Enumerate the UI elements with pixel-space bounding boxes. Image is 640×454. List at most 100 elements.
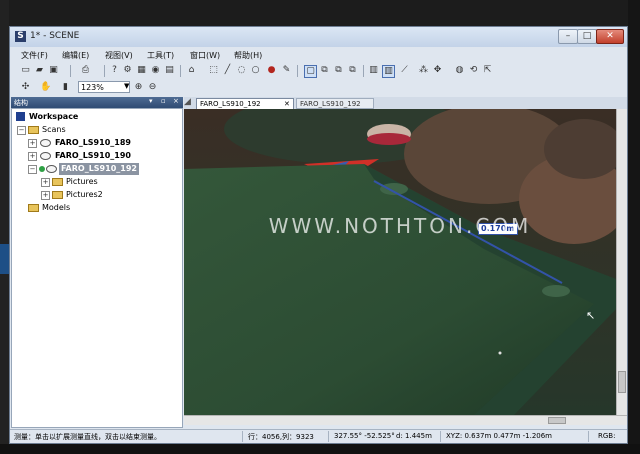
points-icon[interactable]: ⁂	[418, 65, 429, 76]
folder-icon	[52, 191, 63, 199]
workspace-icon	[16, 112, 25, 121]
scan-cloud-icon	[40, 152, 51, 160]
horizontal-scroll-thumb[interactable]	[548, 417, 566, 424]
vertical-scrollbar[interactable]	[616, 109, 627, 415]
lasso-icon[interactable]: ◌	[236, 65, 247, 76]
move-icon[interactable]: ✣	[20, 82, 31, 93]
desktop-bottom-strip	[0, 444, 640, 454]
scan-3d-viewport[interactable]: 0.170m WWW.NOTHTON.COM ↖	[184, 109, 616, 415]
status-separator	[588, 431, 589, 442]
toolbar-separator	[297, 65, 298, 77]
status-hint: 测量：单击以扩展测量直线，双击以结束测量。	[14, 433, 161, 441]
home-icon[interactable]: ⌂	[186, 65, 197, 76]
view-2-icon[interactable]: ⧉	[333, 65, 344, 76]
folder-icon	[52, 178, 63, 186]
close-icon[interactable]: ×	[173, 97, 179, 105]
export-icon[interactable]: ⇱	[482, 65, 493, 76]
app-logo-icon: S	[15, 31, 26, 42]
scan-cloud-icon	[46, 165, 57, 173]
settings-icon[interactable]: ⚙	[122, 65, 133, 76]
status-row-col: 行：4056,列：9323	[248, 433, 314, 441]
select-rect-icon[interactable]: ⬚	[208, 65, 219, 76]
3d-icon[interactable]: ▦	[136, 65, 147, 76]
mouse-cursor-icon: ↖	[586, 309, 596, 322]
menu-help[interactable]: 帮助(H)	[234, 50, 262, 61]
measure-icon[interactable]: ⟋	[399, 65, 410, 76]
zoom-out-icon[interactable]: ⊖	[147, 82, 158, 93]
desktop-right-strip	[628, 0, 640, 454]
chevron-down-icon[interactable]: ▼	[124, 82, 129, 90]
pin-icon[interactable]: ▫	[161, 97, 166, 105]
save-icon[interactable]: ▣	[48, 65, 59, 76]
structure-panel-header: 结构 ▾ ▫ ×	[11, 97, 183, 108]
line-icon[interactable]: ╱	[222, 65, 233, 76]
tab-scan-192-second[interactable]: FARO_LS910_192	[296, 98, 374, 109]
status-angles: 327.55° -52.525°	[334, 432, 395, 440]
status-separator	[440, 431, 441, 442]
panel-title: 结构	[14, 99, 28, 107]
collapse-icon[interactable]: −	[17, 126, 26, 135]
list-icon[interactable]: ▤	[164, 65, 175, 76]
collapse-icon[interactable]: −	[28, 165, 37, 174]
zoom-combobox[interactable]: 123%	[78, 81, 130, 93]
window-title: 1* - SCENE	[30, 31, 80, 41]
point-move-icon[interactable]: ✥	[432, 65, 443, 76]
layer-icon[interactable]: ▥	[368, 65, 379, 76]
status-separator	[328, 431, 329, 442]
paint-icon[interactable]: ●	[266, 65, 277, 76]
eye-icon[interactable]: ◉	[150, 65, 161, 76]
toolbar-separator	[180, 65, 181, 77]
tab-scan-192-active[interactable]: FARO_LS910_192 ✕	[196, 98, 294, 109]
menu-view[interactable]: 视图(V)	[105, 50, 133, 61]
scene-window: S 1* - SCENE – □ ✕ 文件(F) 编辑(E) 视图(V) 工具(…	[9, 26, 628, 444]
zoom-in-icon[interactable]: ⊕	[133, 82, 144, 93]
rotate-icon[interactable]: ⟲	[468, 65, 479, 76]
menu-window[interactable]: 窗口(W)	[190, 50, 220, 61]
status-distance: d: 1.445m	[396, 432, 432, 440]
circle-icon[interactable]: ○	[250, 65, 261, 76]
desktop-left-strip	[0, 0, 9, 454]
zoom-object-icon[interactable]: ◍	[454, 65, 465, 76]
open-icon[interactable]: ▰	[34, 65, 45, 76]
toolbar-separator	[104, 65, 105, 77]
maximize-button[interactable]: □	[577, 29, 597, 44]
panel-menu-icon[interactable]: ▾	[149, 97, 153, 105]
desktop-taskbar-fragment	[0, 244, 9, 274]
menu-file[interactable]: 文件(F)	[21, 50, 48, 61]
ruler-icon[interactable]: ▮	[60, 82, 71, 93]
view-fit-icon[interactable]: ▢	[304, 65, 317, 78]
vertical-scroll-thumb[interactable]	[618, 371, 626, 393]
expand-icon[interactable]: +	[28, 139, 37, 148]
watermark-text: WWW.NOTHTON.COM	[268, 214, 532, 238]
folder-icon	[28, 126, 39, 134]
menu-bar: 文件(F) 编辑(E) 视图(V) 工具(T) 窗口(W) 帮助(H)	[10, 47, 627, 62]
pan-icon[interactable]: ✋	[40, 82, 51, 93]
scan-cloud-icon	[40, 139, 51, 147]
help-icon[interactable]: ?	[109, 65, 120, 76]
toolbar-separator	[70, 65, 71, 77]
point-cloud-scene	[184, 109, 616, 415]
brush-icon[interactable]: ✎	[281, 65, 292, 76]
view-toolbar: ✣ ✋ ▮ 123% ▼ ⊕ ⊖	[10, 80, 627, 96]
tab-scroll-icon[interactable]: ◢	[184, 97, 191, 107]
expand-icon[interactable]: +	[41, 178, 50, 187]
menu-edit[interactable]: 编辑(E)	[62, 50, 89, 61]
status-separator	[242, 431, 243, 442]
status-xyz: XYZ: 0.637m 0.477m -1.206m	[446, 432, 553, 440]
expand-icon[interactable]: +	[28, 152, 37, 161]
minimize-button[interactable]: –	[558, 29, 578, 44]
expand-icon[interactable]: +	[41, 191, 50, 200]
view-1-icon[interactable]: ⧉	[319, 65, 330, 76]
menu-tools[interactable]: 工具(T)	[147, 50, 174, 61]
layer-active-icon[interactable]: ▥	[382, 65, 395, 78]
print-icon[interactable]: ⎙	[80, 65, 91, 76]
horizontal-scrollbar[interactable]	[184, 415, 627, 425]
structure-tree: Workspace − Scans + FARO_LS910_189 + FAR…	[11, 108, 183, 428]
main-toolbar: ▭ ▰ ▣ ⎙ ? ⚙ ▦ ◉ ▤ ⌂ ⬚ ╱ ◌ ○ ● ✎ ▢ ⧉ ⧉ ⧉ …	[10, 63, 627, 79]
status-rgb: RGB:	[598, 432, 616, 440]
view-3-icon[interactable]: ⧉	[347, 65, 358, 76]
close-button[interactable]: ✕	[596, 29, 624, 44]
loaded-dot-icon	[39, 166, 45, 172]
title-bar[interactable]: S 1* - SCENE – □ ✕	[10, 27, 627, 47]
new-icon[interactable]: ▭	[20, 65, 31, 76]
